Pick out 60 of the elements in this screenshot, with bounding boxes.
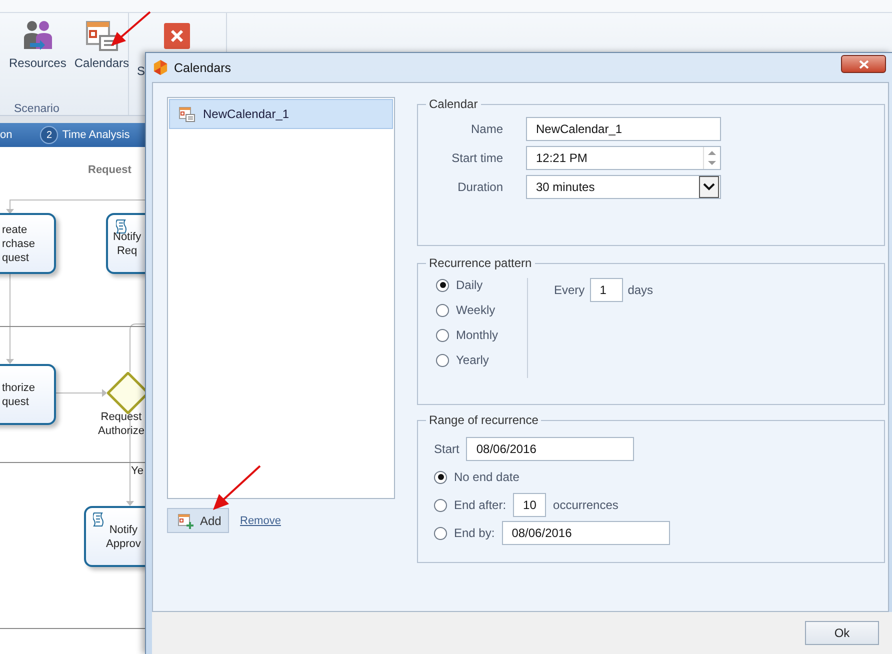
group-title: Recurrence pattern (428, 256, 533, 270)
breadcrumb-step[interactable]: on (0, 129, 12, 141)
radio-label: End after: (454, 498, 506, 512)
radio-label: Yearly (456, 353, 489, 367)
app-logo-icon (153, 60, 168, 75)
breadcrumb-step[interactable]: 2 Time Analysis (12, 126, 130, 144)
edge-label: Ye (131, 464, 144, 478)
dialog-title: Calendars (174, 60, 232, 74)
radio-button[interactable] (434, 498, 447, 512)
radio-label: Weekly (456, 303, 496, 317)
script-icon (93, 512, 104, 527)
radio-button[interactable] (436, 354, 449, 366)
radio-button[interactable] (436, 278, 449, 292)
task-label: Notify Approv (106, 523, 141, 551)
time-field[interactable]: 12:21 PM (526, 146, 721, 170)
radio-button[interactable] (434, 470, 447, 484)
field-label: Start time (450, 151, 503, 165)
radio-button[interactable] (436, 328, 449, 342)
chevron-down-icon (703, 183, 715, 191)
field-label: Name (470, 122, 503, 136)
group-title: Range of recurrence (428, 413, 540, 427)
task-label: Notify Req (113, 230, 142, 258)
ok-button[interactable]: Ok (805, 621, 879, 645)
remove-link[interactable]: Remove (240, 514, 281, 526)
ribbon-label: S (137, 64, 146, 78)
duration-dropdown[interactable]: 30 minutes (526, 175, 721, 199)
unit-label: days (628, 283, 654, 297)
start-label: Start (434, 442, 460, 456)
close-button[interactable] (841, 55, 886, 73)
calendar-icon (86, 19, 118, 51)
radio-label: Daily (456, 278, 483, 292)
radio-button[interactable] (436, 304, 449, 316)
calendar-icon (179, 106, 195, 122)
radio-label: Monthly (456, 328, 498, 342)
radio-button[interactable] (434, 526, 447, 540)
gateway-label: Request Authorize (98, 410, 144, 438)
every-label: Every (554, 283, 585, 297)
people-icon (22, 19, 54, 51)
occurrences-field[interactable]: 10 (513, 493, 546, 517)
close-icon (170, 29, 184, 43)
field-label: Duration (456, 180, 503, 194)
add-button[interactable]: Add (167, 508, 229, 533)
close-icon (858, 60, 868, 68)
radio-label: No end date (454, 470, 520, 484)
calendar-list-item[interactable]: NewCalendar_1 (169, 99, 393, 129)
task-label: thorize quest (2, 381, 36, 409)
radio-label: End by: (454, 526, 495, 540)
add-calendar-icon (178, 512, 194, 528)
lane-label: Request (88, 164, 132, 176)
close-button[interactable] (164, 23, 190, 49)
end-date-field[interactable]: 08/06/2016 (502, 521, 670, 545)
start-date-field[interactable]: 08/06/2016 (466, 437, 634, 461)
group-title: Calendar (428, 97, 479, 111)
interval-field[interactable]: 1 (590, 278, 623, 302)
name-field[interactable]: NewCalendar_1 (526, 117, 721, 141)
group-label: Scenario (14, 103, 60, 115)
script-icon (116, 219, 127, 234)
occurrences-label: occurrences (553, 498, 618, 512)
ribbon-button[interactable]: Resources (9, 19, 66, 91)
task-label: reate rchase quest (2, 223, 36, 265)
